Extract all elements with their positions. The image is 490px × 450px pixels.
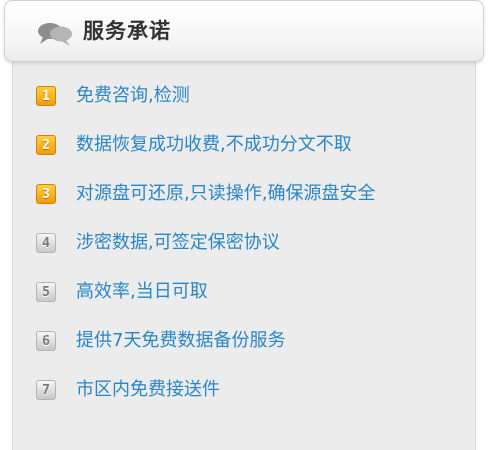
list-item[interactable]: 3 对源盘可还原,只读操作,确保源盘安全 (36, 178, 476, 210)
list-item-text[interactable]: 数据恢复成功收费,不成功分文不取 (76, 131, 352, 159)
list-item[interactable]: 5 高效率,当日可取 (36, 276, 476, 308)
panel-header: 服务承诺 (4, 0, 484, 62)
speech-bubbles-icon (38, 23, 72, 46)
list-item[interactable]: 7 市区内免费接送件 (36, 374, 476, 406)
panel-title: 服务承诺 (83, 19, 171, 43)
number-badge-icon: 7 (36, 380, 56, 400)
number-badge-icon: 3 (36, 184, 56, 204)
list-item[interactable]: 4 涉密数据,可签定保密协议 (36, 227, 476, 259)
list-item[interactable]: 1 免费咨询,检测 (36, 80, 476, 112)
number-badge-icon: 4 (36, 233, 56, 253)
number-badge-icon: 1 (36, 86, 56, 106)
list-item-text[interactable]: 对源盘可还原,只读操作,确保源盘安全 (76, 180, 375, 208)
number-badge-icon: 5 (36, 282, 56, 302)
list-item[interactable]: 6 提供7天免费数据备份服务 (36, 325, 476, 357)
number-badge-icon: 2 (36, 135, 56, 155)
list-item-text[interactable]: 高效率,当日可取 (76, 278, 208, 306)
list-item-text[interactable]: 免费咨询,检测 (76, 82, 190, 110)
number-badge-icon: 6 (36, 331, 56, 351)
list-item-text[interactable]: 市区内免费接送件 (76, 376, 220, 404)
list-item-text[interactable]: 提供7天免费数据备份服务 (76, 327, 285, 355)
list-item-text[interactable]: 涉密数据,可签定保密协议 (76, 229, 280, 257)
list-item[interactable]: 2 数据恢复成功收费,不成功分文不取 (36, 129, 476, 161)
